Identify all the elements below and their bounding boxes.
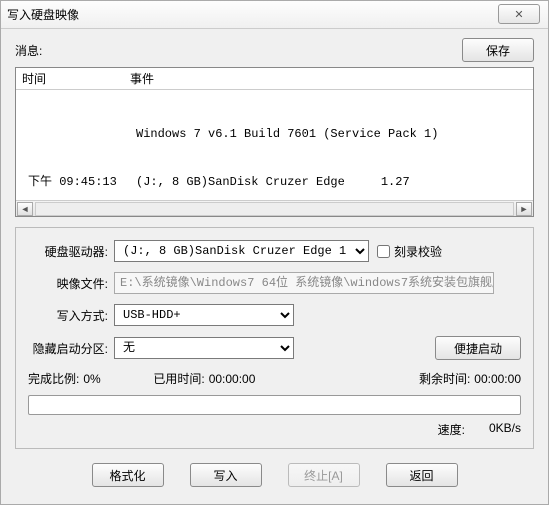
drive-select[interactable]: (J:, 8 GB)SanDisk Cruzer Edge 1.27 [114, 240, 369, 262]
method-row: 写入方式: USB-HDD+ [28, 304, 521, 326]
verify-checkbox-wrap[interactable]: 刻录校验 [377, 243, 442, 260]
format-button[interactable]: 格式化 [92, 463, 164, 487]
image-path-field: E:\系统镜像\Windows7 64位 系统镜像\windows7系统安装包旗… [114, 272, 494, 294]
log-col-event[interactable]: 事件 [126, 70, 533, 87]
portable-boot-button[interactable]: 便捷启动 [435, 336, 521, 360]
scroll-left-icon[interactable]: ◄ [17, 202, 33, 216]
titlebar: 写入硬盘映像 ✕ [1, 1, 548, 29]
log-row: Windows 7 v6.1 Build 7601 (Service Pack … [22, 126, 527, 142]
log-cell-time [22, 126, 132, 142]
close-icon: ✕ [514, 8, 523, 21]
window-title: 写入硬盘映像 [7, 6, 79, 23]
elapsed-value: 00:00:00 [209, 372, 256, 386]
image-row: 映像文件: E:\系统镜像\Windows7 64位 系统镜像\windows7… [28, 272, 521, 294]
remain-value: 00:00:00 [474, 372, 521, 386]
log-col-time[interactable]: 时间 [16, 70, 126, 87]
remain-label: 剩余时间: [419, 370, 470, 387]
status-row: 完成比例: 0% 已用时间: 00:00:00 剩余时间: 00:00:00 [28, 370, 521, 387]
close-button[interactable]: ✕ [498, 4, 540, 24]
message-label: 消息: [15, 42, 42, 59]
method-label: 写入方式: [28, 307, 114, 324]
write-method-select[interactable]: USB-HDD+ [114, 304, 294, 326]
hidden-label: 隐藏启动分区: [28, 340, 114, 357]
progress-bar [28, 395, 521, 415]
dialog-window: 写入硬盘映像 ✕ 消息: 保存 时间 事件 Windows 7 v6.1 Bui… [0, 0, 549, 505]
elapsed-label: 已用时间: [153, 370, 204, 387]
abort-button: 终止[A] [288, 463, 360, 487]
message-row: 消息: 保存 [15, 37, 534, 63]
log-row: 下午 09:45:13 (J:, 8 GB)SanDisk Cruzer Edg… [22, 174, 527, 190]
log-cell-time: 下午 09:45:13 [22, 174, 132, 190]
form-panel: 硬盘驱动器: (J:, 8 GB)SanDisk Cruzer Edge 1.2… [15, 227, 534, 449]
log-body: Windows 7 v6.1 Build 7601 (Service Pack … [16, 90, 533, 200]
done-value: 0% [83, 372, 123, 386]
save-button[interactable]: 保存 [462, 38, 534, 62]
log-header: 时间 事件 [16, 68, 533, 90]
drive-label: 硬盘驱动器: [28, 243, 114, 260]
log-panel: 时间 事件 Windows 7 v6.1 Build 7601 (Service… [15, 67, 534, 217]
speed-label: 速度: [438, 421, 465, 438]
hidden-partition-select[interactable]: 无 [114, 337, 294, 359]
content-area: 消息: 保存 时间 事件 Windows 7 v6.1 Build 7601 (… [1, 29, 548, 497]
speed-row: 速度: 0KB/s [28, 421, 521, 438]
back-button[interactable]: 返回 [386, 463, 458, 487]
speed-value: 0KB/s [489, 421, 521, 438]
log-cell-event: (J:, 8 GB)SanDisk Cruzer Edge 1.27 [132, 174, 527, 190]
verify-label: 刻录校验 [394, 243, 442, 260]
horizontal-scrollbar[interactable]: ◄ ► [16, 200, 533, 216]
image-label: 映像文件: [28, 275, 114, 292]
done-label: 完成比例: [28, 370, 79, 387]
verify-checkbox[interactable] [377, 245, 390, 258]
drive-row: 硬盘驱动器: (J:, 8 GB)SanDisk Cruzer Edge 1.2… [28, 240, 521, 262]
write-button[interactable]: 写入 [190, 463, 262, 487]
bottom-button-row: 格式化 写入 终止[A] 返回 [15, 463, 534, 487]
hidden-row: 隐藏启动分区: 无 便捷启动 [28, 336, 521, 360]
scroll-right-icon[interactable]: ► [516, 202, 532, 216]
log-cell-event: Windows 7 v6.1 Build 7601 (Service Pack … [132, 126, 527, 142]
scroll-track[interactable] [35, 202, 514, 216]
